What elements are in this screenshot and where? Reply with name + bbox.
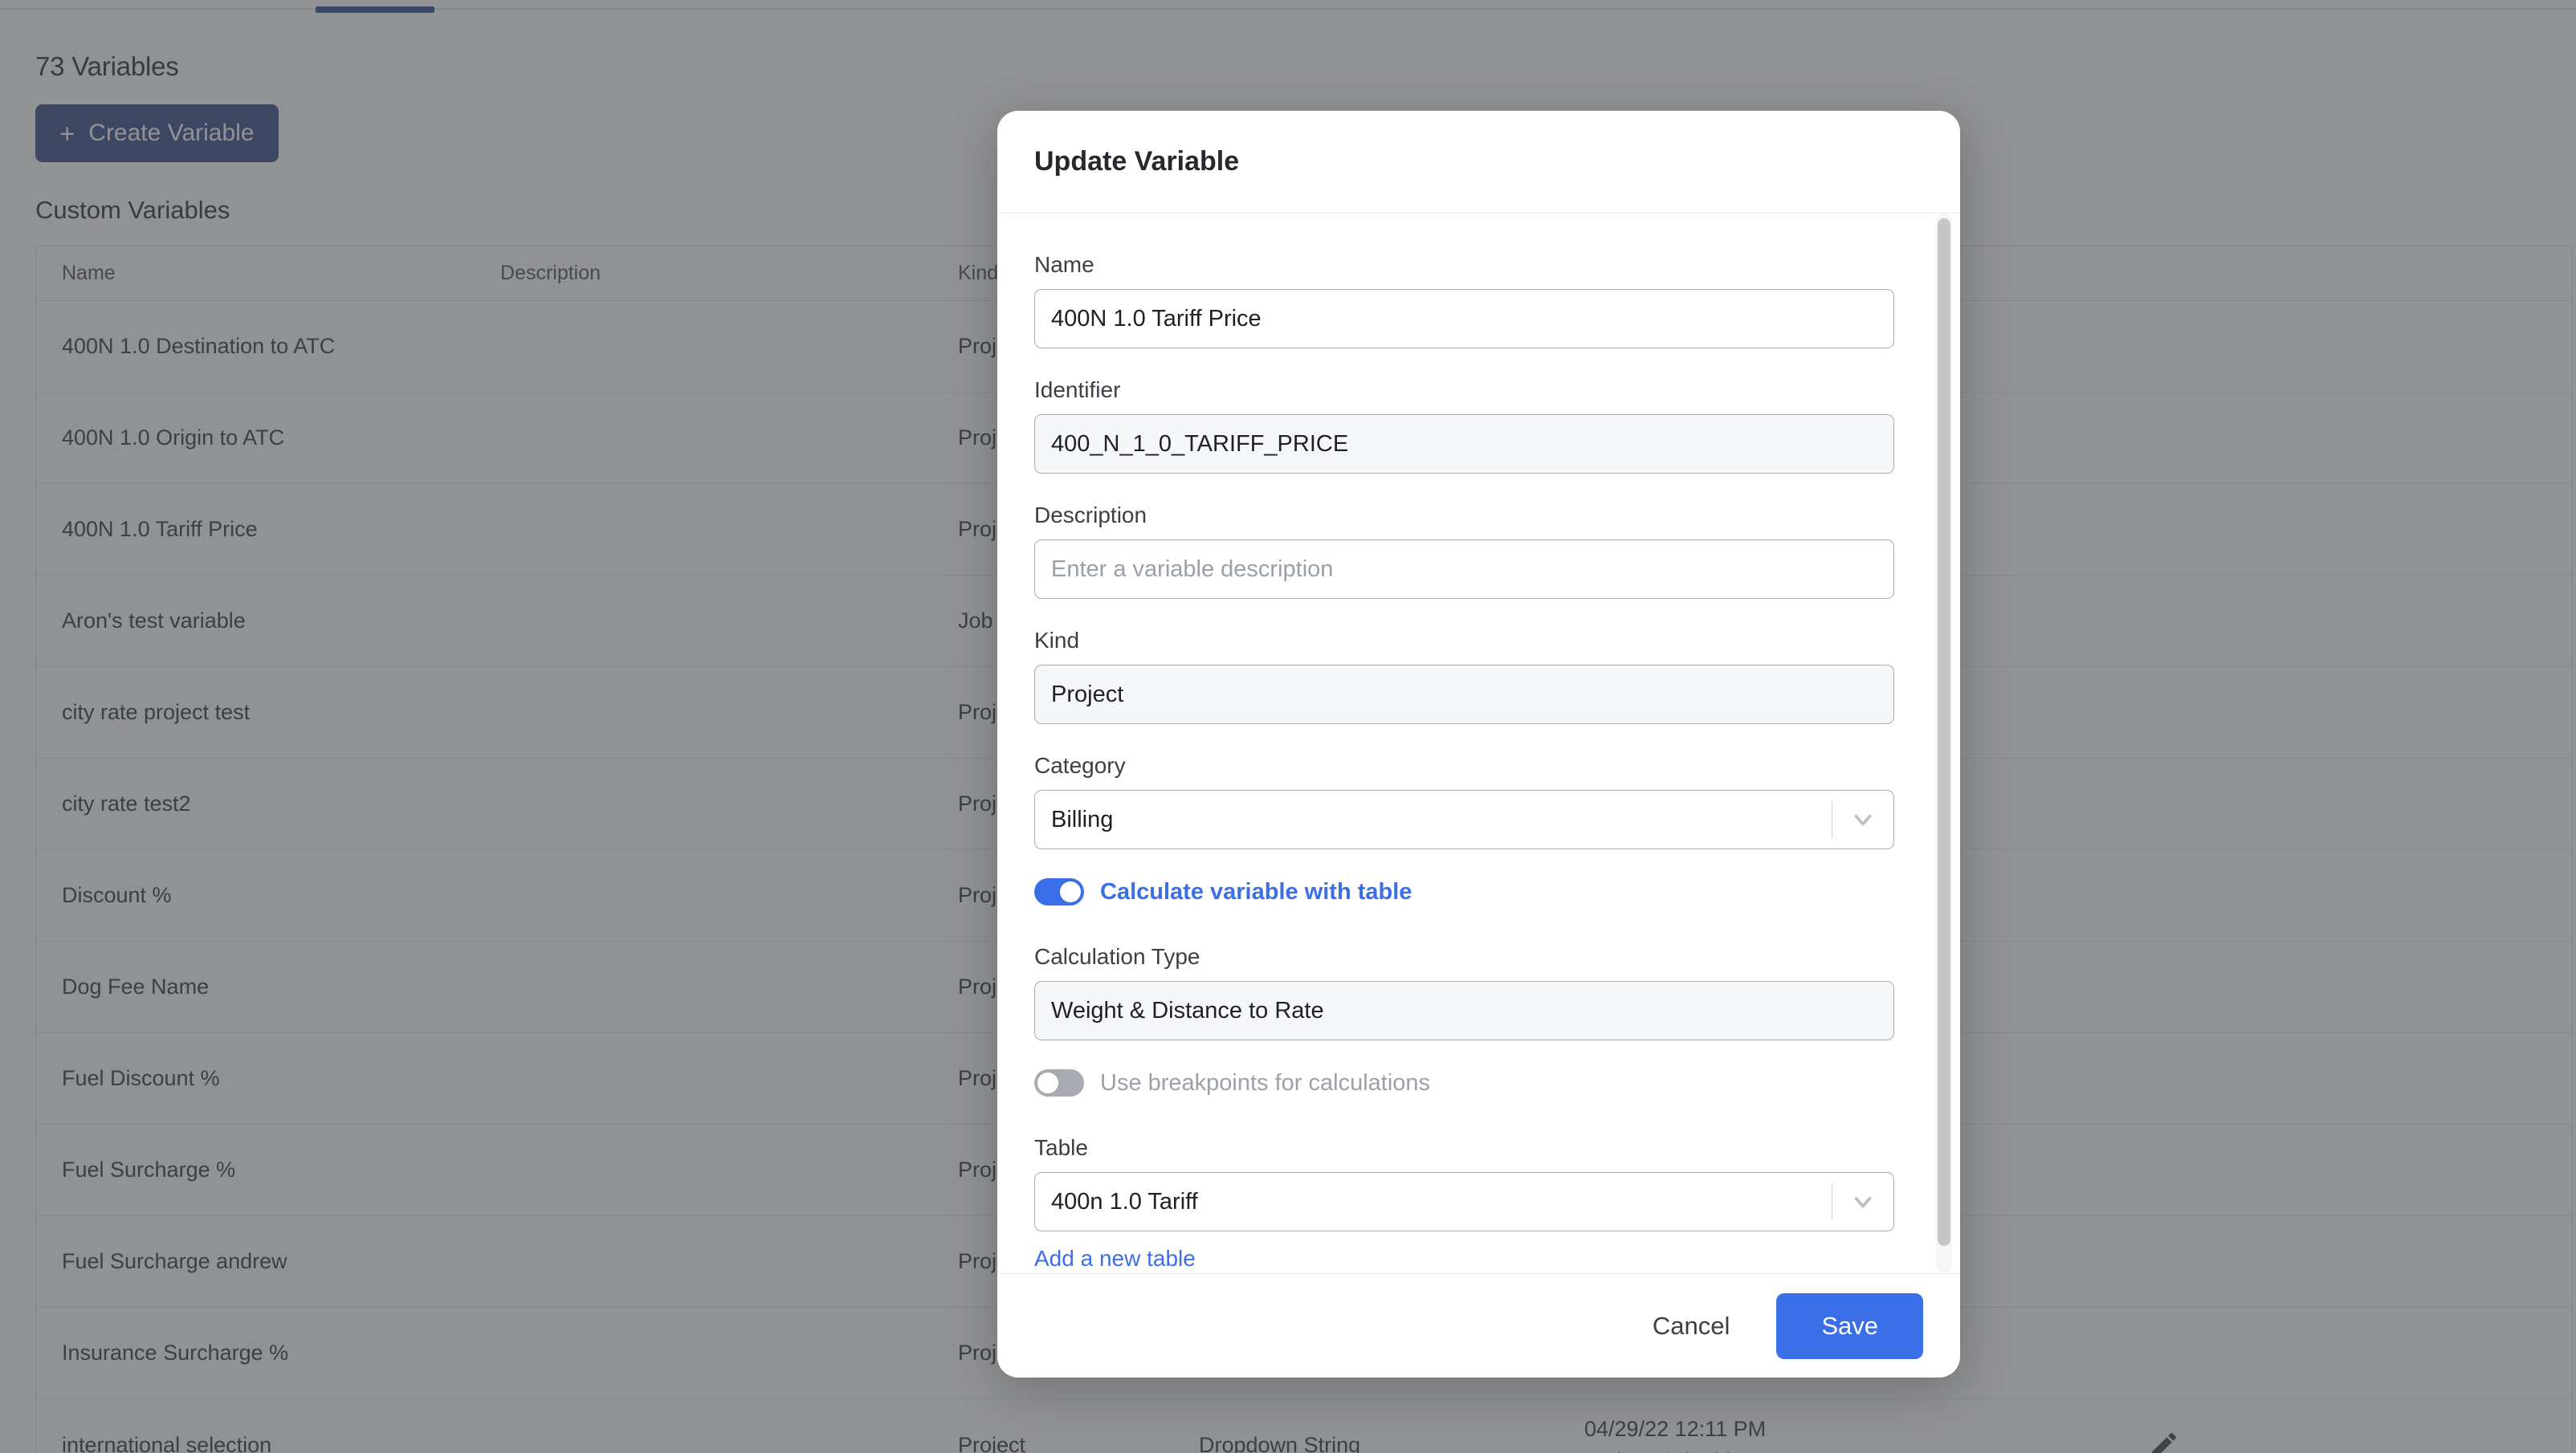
category-select[interactable]: Billing bbox=[1034, 790, 1894, 849]
field-group-kind: Kind Project bbox=[1034, 628, 1923, 724]
chevron-down-icon bbox=[1832, 806, 1893, 833]
calculation-type-label: Calculation Type bbox=[1034, 944, 1200, 969]
field-group-calculation-type: Calculation Type Weight & Distance to Ra… bbox=[1034, 944, 1923, 1040]
cancel-button[interactable]: Cancel bbox=[1630, 1297, 1753, 1355]
save-button[interactable]: Save bbox=[1776, 1292, 1923, 1359]
calculation-type-input: Weight & Distance to Rate bbox=[1034, 981, 1894, 1040]
add-new-table-link[interactable]: Add a new table bbox=[1034, 1246, 1196, 1272]
chevron-down-icon bbox=[1832, 1188, 1893, 1215]
calculate-variable-with-table-toggle[interactable]: Calculate variable with table bbox=[1034, 878, 1923, 906]
toggle-knob bbox=[1037, 1072, 1058, 1093]
table-label: Table bbox=[1034, 1135, 1088, 1160]
category-selected-value: Billing bbox=[1051, 806, 1114, 832]
category-label: Category bbox=[1034, 753, 1126, 778]
use-breakpoints-label: Use breakpoints for calculations bbox=[1100, 1069, 1431, 1096]
update-variable-dialog: Update Variable Name 400N 1.0 Tariff Pri… bbox=[997, 111, 1960, 1378]
dialog-body: Name 400N 1.0 Tariff Price Identifier 40… bbox=[997, 214, 1960, 1273]
dialog-scrollbar-thumb[interactable] bbox=[1938, 218, 1950, 1246]
kind-label: Kind bbox=[1034, 628, 1080, 653]
name-label: Name bbox=[1034, 252, 1094, 277]
toggle-knob bbox=[1060, 881, 1081, 902]
description-input[interactable]: Enter a variable description bbox=[1034, 539, 1894, 599]
description-label: Description bbox=[1034, 503, 1147, 527]
kind-input: Project bbox=[1034, 665, 1894, 724]
toggle-switch-off[interactable] bbox=[1034, 1069, 1084, 1097]
dialog-title: Update Variable bbox=[1034, 146, 1240, 177]
dialog-header: Update Variable bbox=[997, 111, 1960, 214]
use-breakpoints-toggle[interactable]: Use breakpoints for calculations bbox=[1034, 1069, 1923, 1097]
field-group-table: Table 400n 1.0 Tariff Add a new table bbox=[1034, 1135, 1923, 1272]
table-select[interactable]: 400n 1.0 Tariff bbox=[1034, 1172, 1894, 1231]
table-selected-value: 400n 1.0 Tariff bbox=[1051, 1188, 1198, 1215]
name-input[interactable]: 400N 1.0 Tariff Price bbox=[1034, 289, 1894, 348]
identifier-label: Identifier bbox=[1034, 377, 1121, 402]
calculate-with-table-label: Calculate variable with table bbox=[1100, 878, 1412, 905]
dialog-footer: Cancel Save bbox=[997, 1273, 1960, 1378]
field-group-category: Category Billing bbox=[1034, 753, 1923, 849]
field-group-description: Description Enter a variable description bbox=[1034, 503, 1923, 599]
field-group-name: Name 400N 1.0 Tariff Price bbox=[1034, 252, 1923, 348]
identifier-input[interactable]: 400_N_1_0_TARIFF_PRICE bbox=[1034, 414, 1894, 474]
dialog-scrollbar-track[interactable] bbox=[1936, 214, 1952, 1273]
toggle-switch-on[interactable] bbox=[1034, 878, 1084, 906]
field-group-identifier: Identifier 400_N_1_0_TARIFF_PRICE bbox=[1034, 377, 1923, 474]
page-root: 73 Variables + Create Variable Custom Va… bbox=[0, 0, 2576, 1453]
